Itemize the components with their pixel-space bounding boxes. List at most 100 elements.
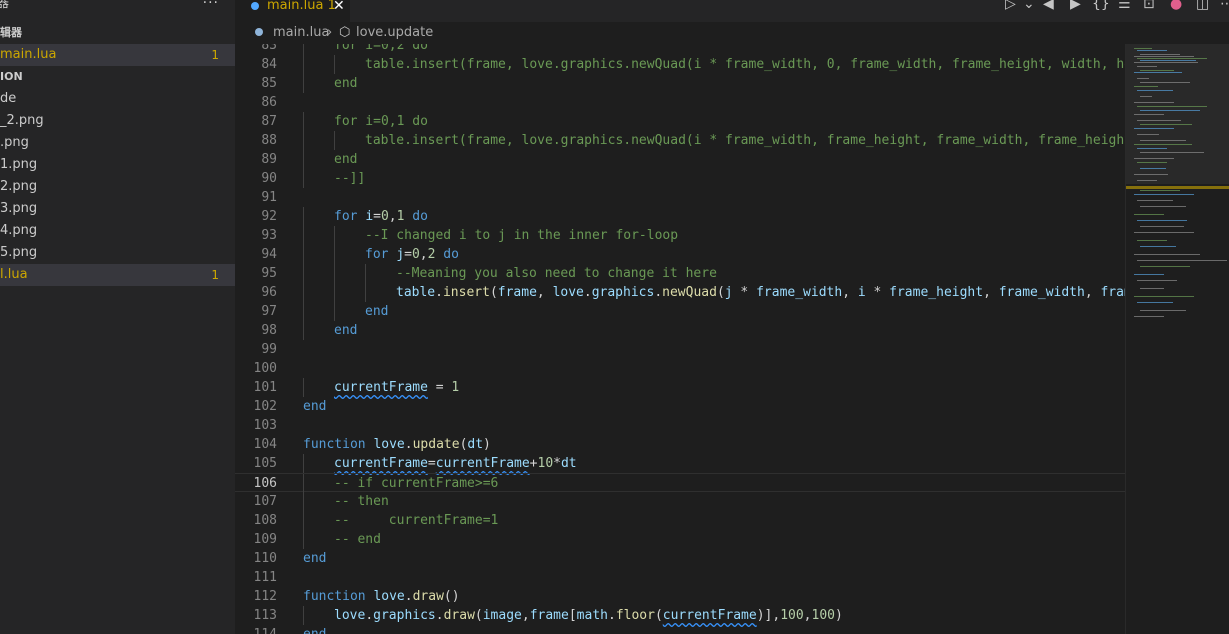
minimap-line bbox=[1134, 48, 1152, 49]
code-line[interactable]: 108 -- currentFrame=1 bbox=[235, 511, 1125, 530]
code-line[interactable]: 104 function love.update(dt) bbox=[235, 435, 1125, 454]
indent-guide bbox=[303, 74, 304, 93]
code-line[interactable]: 113 love.graphics.draw(image,frame[math.f… bbox=[235, 606, 1125, 625]
code-line[interactable]: 90 --]] bbox=[235, 169, 1125, 188]
lua-file-icon bbox=[255, 28, 263, 36]
outline-icon[interactable]: ☰ bbox=[1118, 0, 1131, 14]
code-editor[interactable]: 83 for i=0,2 do 84 table.insert(frame, love… bbox=[235, 44, 1125, 634]
code-line[interactable]: 83 for i=0,2 do bbox=[235, 44, 1125, 55]
terminal-icon[interactable]: ⊡ bbox=[1143, 0, 1155, 14]
code-text: --Meaning you also need to change it her… bbox=[396, 266, 717, 281]
sidebar-item[interactable]: 5.png bbox=[0, 242, 235, 264]
code-line[interactable]: 112 function love.draw() bbox=[235, 587, 1125, 606]
tab-main-lua[interactable]: main.lua 1 ✕ bbox=[235, 0, 350, 22]
code-line[interactable]: 91 bbox=[235, 188, 1125, 207]
code-line[interactable]: 106 -- if currentFrame>=6 bbox=[235, 473, 1125, 493]
sidebar-item[interactable]: main.lua 1 bbox=[0, 44, 235, 66]
sidebar-item[interactable]: ION bbox=[0, 66, 235, 88]
split-editor-icon[interactable]: ◫ bbox=[1196, 0, 1209, 14]
tab-bar: main.lua 1 ✕ ▷ ⌄ ◀ ▶ {} ☰ ⊡ ● ◫ ⋯ bbox=[235, 0, 1229, 22]
minimap-line bbox=[1134, 254, 1200, 255]
code-line[interactable]: 102 end bbox=[235, 397, 1125, 416]
sidebar-item[interactable]: 辑器 bbox=[0, 22, 235, 44]
code-line[interactable]: 96 table.insert(frame, love.graphics.newQ… bbox=[235, 283, 1125, 302]
code-line[interactable]: 111 bbox=[235, 568, 1125, 587]
code-line[interactable]: 98 end bbox=[235, 321, 1125, 340]
line-number: 104 bbox=[253, 437, 277, 452]
extension-icon[interactable]: ● bbox=[1170, 0, 1182, 14]
minimap-line bbox=[1134, 56, 1194, 57]
minimap-line bbox=[1134, 144, 1192, 145]
code-text: for i=0,2 do bbox=[334, 44, 428, 53]
minimap-line bbox=[1140, 266, 1190, 267]
code-text: end bbox=[334, 323, 358, 338]
sidebar-item[interactable]: 4.png bbox=[0, 220, 235, 242]
code-line[interactable]: 101 currentFrame = 1 bbox=[235, 378, 1125, 397]
code-line[interactable]: 97 end bbox=[235, 302, 1125, 321]
indent-guide bbox=[303, 511, 304, 530]
sidebar-item-label: 4.png bbox=[0, 223, 38, 238]
code-line[interactable]: 100 bbox=[235, 359, 1125, 378]
breadcrumb-file[interactable]: main.lua bbox=[273, 22, 329, 44]
code-line[interactable]: 86 bbox=[235, 93, 1125, 112]
code-line[interactable]: 103 bbox=[235, 416, 1125, 435]
code-line[interactable]: 84 table.insert(frame, love.graphics.newQ… bbox=[235, 55, 1125, 74]
code-line[interactable]: 114 end bbox=[235, 625, 1125, 634]
code-line[interactable]: 95 --Meaning you also need to change it h… bbox=[235, 264, 1125, 283]
run-icon[interactable]: ▷ bbox=[1005, 0, 1016, 14]
code-text: table.insert(frame, love.graphics.newQua… bbox=[365, 133, 1125, 148]
braces-icon[interactable]: {} bbox=[1092, 0, 1110, 14]
code-line[interactable]: 89 end bbox=[235, 150, 1125, 169]
minimap-line bbox=[1134, 194, 1194, 195]
code-text: end bbox=[334, 152, 358, 167]
code-text: end bbox=[303, 551, 327, 566]
line-number: 99 bbox=[261, 342, 277, 357]
code-line[interactable]: 105 currentFrame=currentFrame+10*dt bbox=[235, 454, 1125, 473]
sidebar-item[interactable]: 2.png bbox=[0, 176, 235, 198]
sidebar-item[interactable]: .png bbox=[0, 132, 235, 154]
sidebar-item-label: .png bbox=[0, 135, 29, 150]
ellipsis-icon[interactable]: ··· bbox=[203, 0, 219, 10]
sidebar-item[interactable]: _2.png bbox=[0, 110, 235, 132]
minimap[interactable] bbox=[1125, 44, 1229, 634]
code-text: -- end bbox=[334, 532, 381, 547]
code-text: function love.update(dt) bbox=[303, 437, 491, 452]
code-line[interactable]: 85 end bbox=[235, 74, 1125, 93]
line-number: 100 bbox=[253, 361, 277, 376]
code-text: end bbox=[303, 399, 327, 414]
line-number: 96 bbox=[261, 285, 277, 300]
run-dropdown-icon[interactable]: ⌄ bbox=[1023, 0, 1035, 14]
code-line[interactable]: 94 for j=0,2 do bbox=[235, 245, 1125, 264]
previous-change-icon[interactable]: ◀ bbox=[1043, 0, 1054, 14]
sidebar-item[interactable]: 1.png bbox=[0, 154, 235, 176]
sidebar-item[interactable]: de bbox=[0, 88, 235, 110]
next-change-icon[interactable]: ▶ bbox=[1070, 0, 1081, 14]
code-line[interactable]: 87 for i=0,1 do bbox=[235, 112, 1125, 131]
code-line[interactable]: 107 -- then bbox=[235, 492, 1125, 511]
code-line[interactable]: 99 bbox=[235, 340, 1125, 359]
minimap-line bbox=[1137, 162, 1167, 163]
line-number: 86 bbox=[261, 95, 277, 110]
code-text: for i=0,1 do bbox=[334, 209, 428, 224]
code-line[interactable]: 93 --I changed i to j in the inner for-lo… bbox=[235, 226, 1125, 245]
minimap-line bbox=[1140, 124, 1192, 125]
sidebar-item[interactable]: l.lua 1 bbox=[0, 264, 235, 286]
minimap-line bbox=[1140, 288, 1164, 289]
tab-label: main.lua 1 bbox=[267, 0, 336, 13]
code-line[interactable]: 92 for i=0,1 do bbox=[235, 207, 1125, 226]
more-actions-icon[interactable]: ⋯ bbox=[1220, 0, 1229, 14]
line-number: 102 bbox=[253, 399, 277, 414]
code-line[interactable]: 88 table.insert(frame, love.graphics.newQ… bbox=[235, 131, 1125, 150]
code-line[interactable]: 109 -- end bbox=[235, 530, 1125, 549]
breadcrumb-symbol[interactable]: love.update bbox=[356, 22, 433, 44]
code-text: -- currentFrame=1 bbox=[334, 513, 499, 528]
line-number: 91 bbox=[261, 190, 277, 205]
code-line[interactable]: 110 end bbox=[235, 549, 1125, 568]
sidebar-item-label: l.lua bbox=[0, 267, 28, 282]
close-icon[interactable]: ✕ bbox=[333, 0, 345, 16]
indent-guide bbox=[334, 131, 335, 150]
minimap-line bbox=[1134, 174, 1168, 175]
minimap-line bbox=[1140, 54, 1180, 55]
code-text: currentFrame=currentFrame+10*dt bbox=[334, 456, 577, 471]
sidebar-item[interactable]: 3.png bbox=[0, 198, 235, 220]
